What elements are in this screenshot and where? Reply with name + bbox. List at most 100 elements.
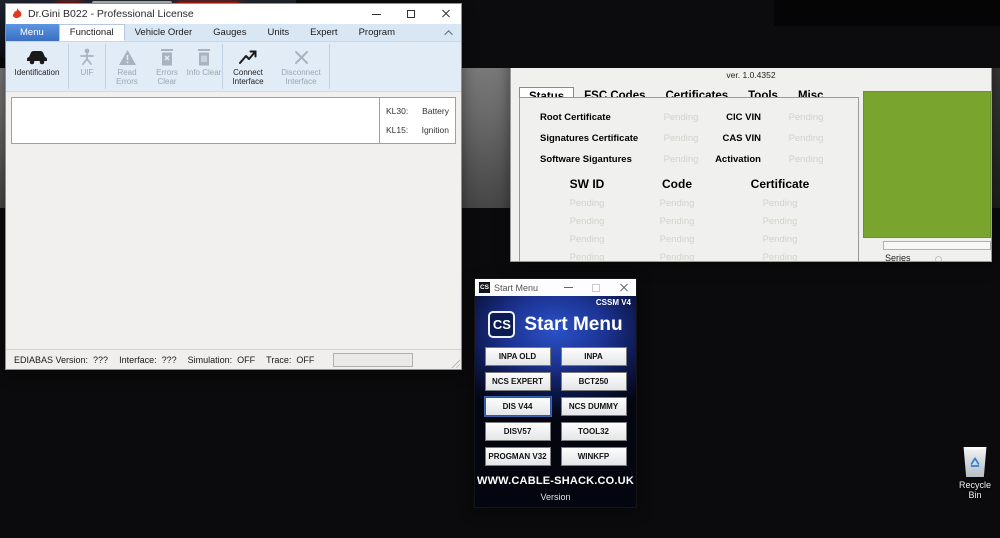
table-cell: Pending — [569, 216, 605, 227]
winkfp-button[interactable]: WINKFP — [560, 447, 627, 466]
connect-interface-button[interactable]: Connect Interface — [223, 42, 273, 91]
ncs-dummy-button[interactable]: NCS DUMMY — [560, 397, 627, 416]
column-header: Code — [662, 177, 692, 191]
disconnect-icon — [294, 46, 309, 68]
startmenu-buttons: INPA OLD INPA NCS EXPERT BCT250 DIS V44 … — [475, 347, 636, 466]
collapse-ribbon-button[interactable] — [444, 24, 461, 41]
table-cell: Pending — [762, 234, 798, 245]
toolbar-label: Read Errors — [116, 68, 138, 86]
bct250-button[interactable]: BCT250 — [560, 372, 627, 391]
kl-row: KL30: Battery — [386, 106, 449, 116]
drgini-app-icon — [12, 8, 22, 18]
toolbar-label: Connect Interface — [232, 68, 264, 86]
startmenu-window-title: Start Menu — [494, 282, 539, 293]
kl-row: KL15: Ignition — [386, 125, 449, 135]
startmenu-logo: CS Start Menu — [475, 311, 636, 338]
cs-logo-icon: CS — [488, 311, 516, 338]
tab-units[interactable]: Units — [257, 24, 300, 41]
tab-gauges[interactable]: Gauges — [203, 24, 257, 41]
inpa-old-button[interactable]: INPA OLD — [484, 347, 551, 366]
drgini-minimize-button[interactable] — [361, 4, 391, 24]
tab-vehicle-order[interactable]: Vehicle Order — [125, 24, 204, 41]
chevron-up-icon — [444, 29, 453, 39]
kl-value: Ignition — [421, 125, 449, 136]
drgini-titlebar[interactable]: Dr.Gini B022 - Professional License — [6, 4, 461, 24]
tool32-button[interactable]: TOOL32 — [560, 422, 627, 441]
status-key: Interface: — [119, 354, 157, 365]
ribbon-tab-bar: Menu Functional Vehicle Order Gauges Uni… — [6, 24, 461, 42]
status-key: EDIABAS Version: — [14, 354, 89, 365]
status-value: Pending — [788, 112, 824, 123]
drgini-status-bar: EDIABAS Version: ??? Interface: ??? Simu… — [6, 349, 461, 369]
kl-key: KL15: — [386, 125, 409, 136]
connect-icon — [238, 46, 258, 68]
toolbar-label: UIF — [80, 68, 94, 77]
table-cell: Pending — [569, 234, 605, 245]
tab-program[interactable]: Program — [349, 24, 406, 41]
status-label: Software Sigantures — [540, 154, 632, 165]
status-value: Pending — [663, 154, 699, 165]
resize-grip[interactable] — [450, 358, 460, 368]
table-cell: Pending — [762, 252, 798, 262]
status-value: Pending — [788, 154, 824, 165]
series-radio[interactable] — [935, 256, 942, 261]
toolbar-label: Errors Clear — [156, 68, 178, 86]
toolbar-label: Disconnect Interface — [281, 68, 321, 86]
identification-panel: KL30: Battery KL15: Ignition — [11, 97, 456, 144]
progman-v32-button[interactable]: PROGMAN V32 — [484, 447, 551, 466]
cic-status-grid: Root Certificate Pending CIC VIN Pending… — [520, 98, 858, 165]
series-label: Series — [885, 253, 911, 262]
startmenu-titlebar[interactable]: CS Start Menu — [475, 279, 636, 296]
table-cell: Pending — [659, 252, 695, 262]
table-cell: Pending — [762, 216, 798, 227]
kl-value: Battery — [422, 105, 449, 116]
table-cell: Pending — [569, 198, 605, 209]
toolbar-label: Identification — [14, 68, 60, 77]
identification-button[interactable]: Identification — [6, 42, 68, 91]
startmenu-minimize-button[interactable] — [556, 279, 580, 296]
recycle-bin-label: Recycle Bin — [958, 480, 991, 500]
status-value: ??? — [161, 354, 177, 365]
wallpaper-band-dark — [774, 0, 1000, 26]
status-label: CAS VIN — [722, 133, 761, 144]
dis-v44-button[interactable]: DIS V44 — [484, 397, 551, 416]
table-cell: Pending — [659, 198, 695, 209]
toolbar-separator — [329, 44, 330, 89]
drgini-window: Dr.Gini B022 - Professional License Menu… — [5, 3, 462, 370]
cs-app-icon: CS — [479, 282, 490, 293]
recycle-bin-icon — [963, 447, 987, 477]
drgini-toolbar: Identification UIF Read Errors Errors Cl… — [6, 42, 461, 92]
tab-menu[interactable]: Menu — [6, 24, 59, 41]
version-label: Version — [540, 492, 571, 502]
startmenu-close-button[interactable] — [612, 279, 636, 296]
preview-box — [863, 91, 991, 238]
progress-field — [333, 352, 414, 367]
table-row: Pending Pending Pending — [520, 216, 858, 227]
tab-functional[interactable]: Functional — [58, 24, 125, 41]
identification-result-area — [12, 98, 379, 143]
warning-icon — [118, 46, 137, 68]
website-link[interactable]: WWW.CABLE-SHACK.CO.UK — [475, 475, 636, 487]
tab-expert[interactable]: Expert — [300, 24, 348, 41]
table-cell: Pending — [659, 234, 695, 245]
kl-status-panel: KL30: Battery KL15: Ignition — [379, 98, 455, 143]
drgini-content: KL30: Battery KL15: Ignition — [6, 92, 461, 349]
drgini-maximize-button[interactable] — [396, 4, 426, 24]
cssm-version-badge: CSSM V4 — [595, 298, 631, 307]
ncs-expert-button[interactable]: NCS EXPERT — [484, 372, 551, 391]
recycle-bin[interactable]: Recycle Bin — [953, 447, 997, 500]
startmenu-body: CSSM V4 CS Start Menu INPA OLD INPA NCS … — [475, 296, 636, 507]
table-cell: Pending — [762, 198, 798, 209]
disv57-button[interactable]: DISV57 — [484, 422, 551, 441]
recycle-symbol-icon — [970, 456, 980, 467]
cic-status-panel: Root Certificate Pending CIC VIN Pending… — [519, 97, 859, 262]
drgini-close-button[interactable] — [431, 4, 461, 24]
status-value: ??? — [93, 354, 109, 365]
progress-bar — [883, 241, 991, 250]
disconnect-interface-button: Disconnect Interface — [273, 42, 329, 91]
desktop: Recycle Bin CIC Special Service Utility … — [0, 0, 1000, 538]
table-row: Pending Pending Pending — [520, 198, 858, 209]
trash-x-icon — [160, 46, 174, 68]
inpa-button[interactable]: INPA — [560, 347, 627, 366]
status-value: OFF — [296, 354, 315, 365]
